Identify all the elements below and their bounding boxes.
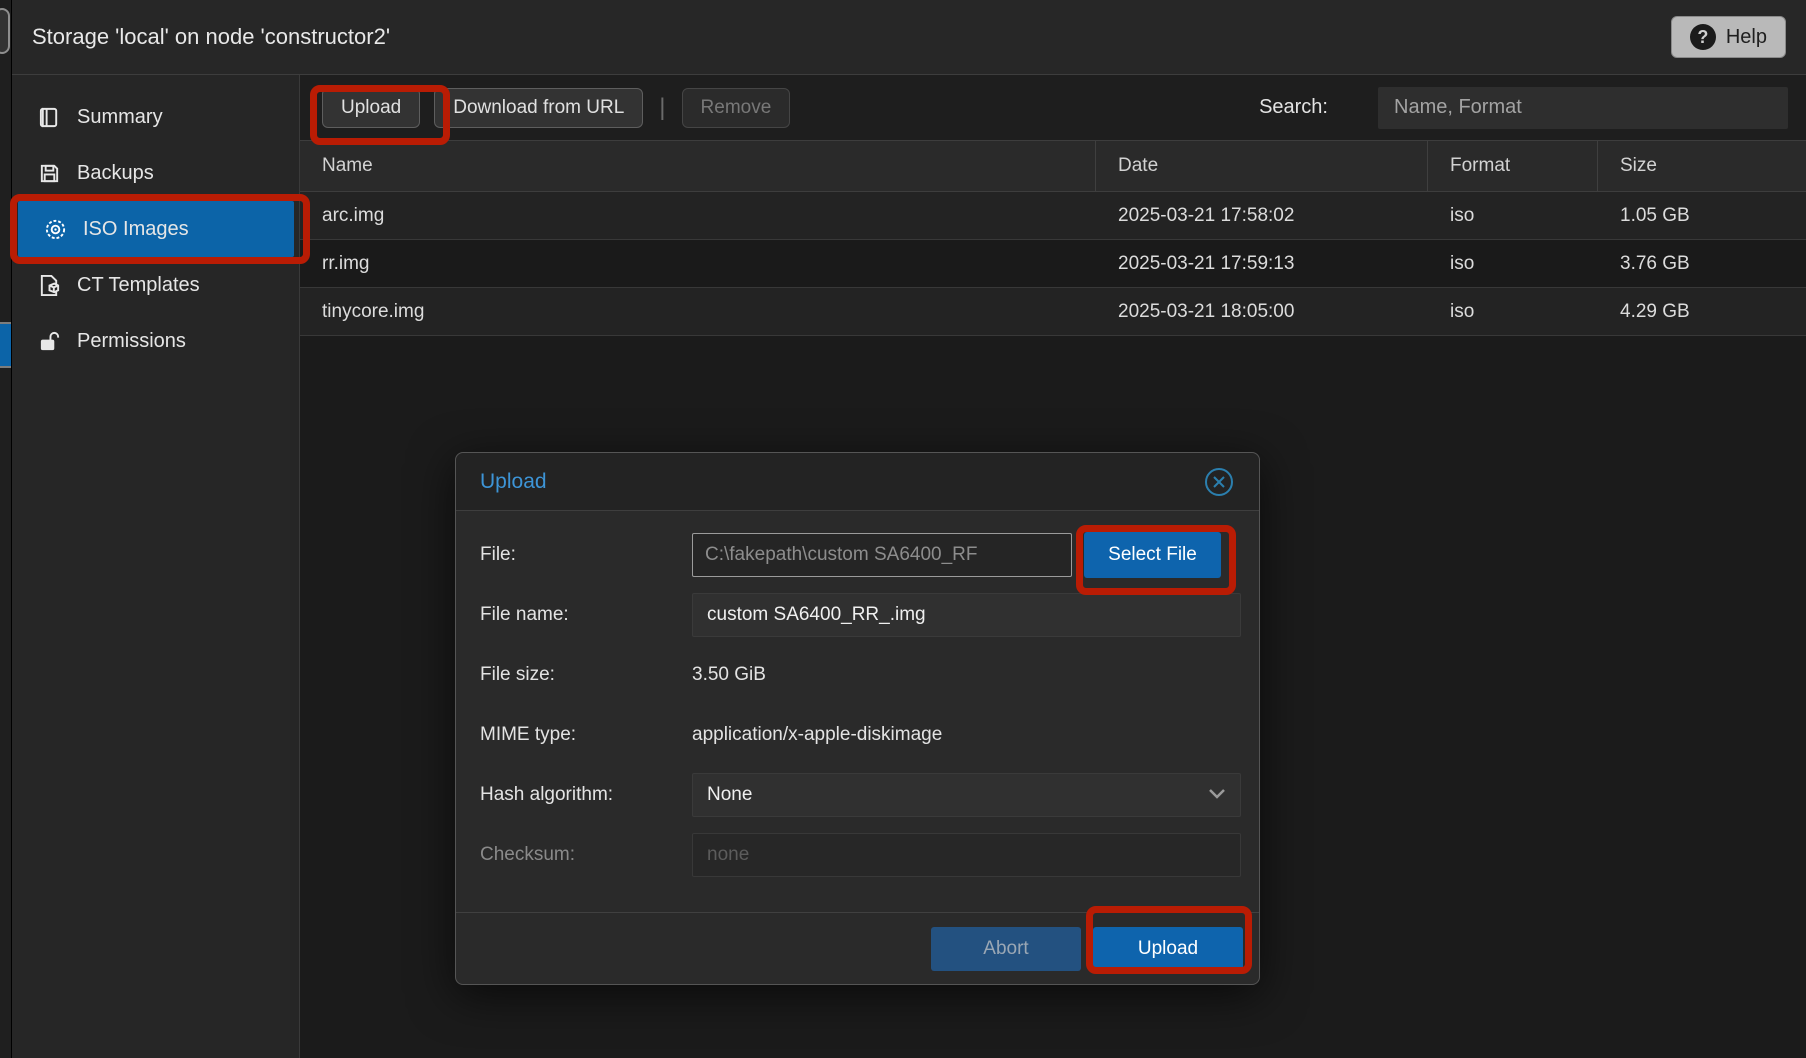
file-field-row: File: Select File — [480, 533, 1235, 577]
book-icon — [38, 106, 61, 129]
sidebar-item-backups[interactable]: Backups — [12, 145, 299, 201]
cell-format: iso — [1428, 288, 1598, 335]
hash-algorithm-select[interactable]: None — [692, 773, 1241, 817]
help-button-label: Help — [1726, 26, 1767, 49]
cell-name: arc.img — [300, 192, 1096, 239]
panel-header: Storage 'local' on node 'constructor2' ?… — [12, 0, 1806, 75]
column-header-date[interactable]: Date — [1096, 141, 1428, 191]
cell-size: 1.05 GB — [1598, 192, 1806, 239]
dialog-header[interactable]: Upload — [456, 453, 1259, 511]
cell-size: 3.76 GB — [1598, 240, 1806, 287]
sidebar-item-iso-images[interactable]: ISO Images — [18, 201, 294, 257]
mime-type-value: application/x-apple-diskimage — [692, 724, 942, 746]
remove-button: Remove — [682, 88, 791, 128]
abort-button: Abort — [931, 927, 1081, 971]
upload-dialog: Upload File: Select File File name: Fil — [455, 452, 1260, 985]
disc-icon — [44, 218, 67, 241]
toolbar: Upload Download from URL | Remove Search… — [300, 75, 1806, 140]
hash-algorithm-row: Hash algorithm: None — [480, 773, 1235, 817]
sidebar-item-ct-templates[interactable]: CT Templates — [12, 257, 299, 313]
cell-name: rr.img — [300, 240, 1096, 287]
cell-format: iso — [1428, 240, 1598, 287]
sidebar-item-label: CT Templates — [77, 274, 200, 297]
question-circle-icon: ? — [1690, 24, 1716, 50]
table-header-row: Name Date Format Size — [300, 140, 1806, 192]
cell-format: iso — [1428, 192, 1598, 239]
download-from-url-button[interactable]: Download from URL — [434, 88, 643, 128]
panel-expand-handle[interactable] — [0, 8, 10, 54]
table-row[interactable]: tinycore.img 2025-03-21 18:05:00 iso 4.2… — [300, 288, 1806, 336]
cell-size: 4.29 GB — [1598, 288, 1806, 335]
search-label: Search: — [1259, 96, 1328, 119]
cell-date: 2025-03-21 18:05:00 — [1096, 288, 1428, 335]
dialog-title: Upload — [480, 470, 547, 494]
table-row[interactable]: arc.img 2025-03-21 17:58:02 iso 1.05 GB — [300, 192, 1806, 240]
file-name-field-row: File name: — [480, 593, 1235, 637]
toolbar-separator: | — [657, 94, 667, 122]
dialog-upload-button[interactable]: Upload — [1093, 927, 1243, 971]
file-label: File: — [480, 544, 692, 566]
storage-sidebar: Summary Backups ISO Images CT Templates … — [12, 75, 300, 1058]
sidebar-item-label: ISO Images — [83, 218, 189, 241]
table-row[interactable]: rr.img 2025-03-21 17:59:13 iso 3.76 GB — [300, 240, 1806, 288]
column-header-name[interactable]: Name — [300, 141, 1096, 191]
upload-button[interactable]: Upload — [322, 88, 420, 128]
checksum-label: Checksum: — [480, 844, 692, 866]
floppy-icon — [38, 162, 61, 185]
file-name-label: File name: — [480, 604, 692, 626]
search-input[interactable] — [1378, 87, 1788, 129]
dialog-body: File: Select File File name: File size: … — [456, 511, 1259, 877]
close-icon[interactable] — [1199, 462, 1239, 502]
unlock-icon — [38, 330, 61, 353]
sidebar-item-permissions[interactable]: Permissions — [12, 313, 299, 369]
sidebar-item-label: Permissions — [77, 330, 186, 353]
cell-name: tinycore.img — [300, 288, 1096, 335]
sidebar-item-label: Summary — [77, 106, 163, 129]
cell-date: 2025-03-21 17:59:13 — [1096, 240, 1428, 287]
file-size-row: File size: 3.50 GiB — [480, 653, 1235, 697]
file-name-input[interactable] — [692, 593, 1241, 637]
sidebar-item-label: Backups — [77, 162, 154, 185]
collapsed-tree-strip — [0, 0, 12, 1058]
chevron-down-icon — [1208, 784, 1226, 806]
checksum-input — [692, 833, 1241, 877]
tree-selection-sliver — [0, 322, 11, 368]
container-template-icon — [38, 274, 61, 297]
mime-type-label: MIME type: — [480, 724, 692, 746]
file-path-input — [692, 533, 1072, 577]
mime-type-row: MIME type: application/x-apple-diskimage — [480, 713, 1235, 757]
page-title: Storage 'local' on node 'constructor2' — [32, 24, 390, 50]
hash-algorithm-value: None — [707, 784, 752, 806]
checksum-row: Checksum: — [480, 833, 1235, 877]
dialog-footer: Abort Upload — [456, 912, 1259, 984]
file-size-label: File size: — [480, 664, 692, 686]
cell-date: 2025-03-21 17:58:02 — [1096, 192, 1428, 239]
select-file-button[interactable]: Select File — [1084, 532, 1221, 578]
storage-content-panel: Storage 'local' on node 'constructor2' ?… — [0, 0, 1806, 1058]
file-size-value: 3.50 GiB — [692, 664, 766, 686]
help-button[interactable]: ? Help — [1671, 16, 1786, 58]
sidebar-item-summary[interactable]: Summary — [12, 89, 299, 145]
column-header-size[interactable]: Size — [1598, 141, 1806, 191]
column-header-format[interactable]: Format — [1428, 141, 1598, 191]
hash-algorithm-label: Hash algorithm: — [480, 784, 692, 806]
